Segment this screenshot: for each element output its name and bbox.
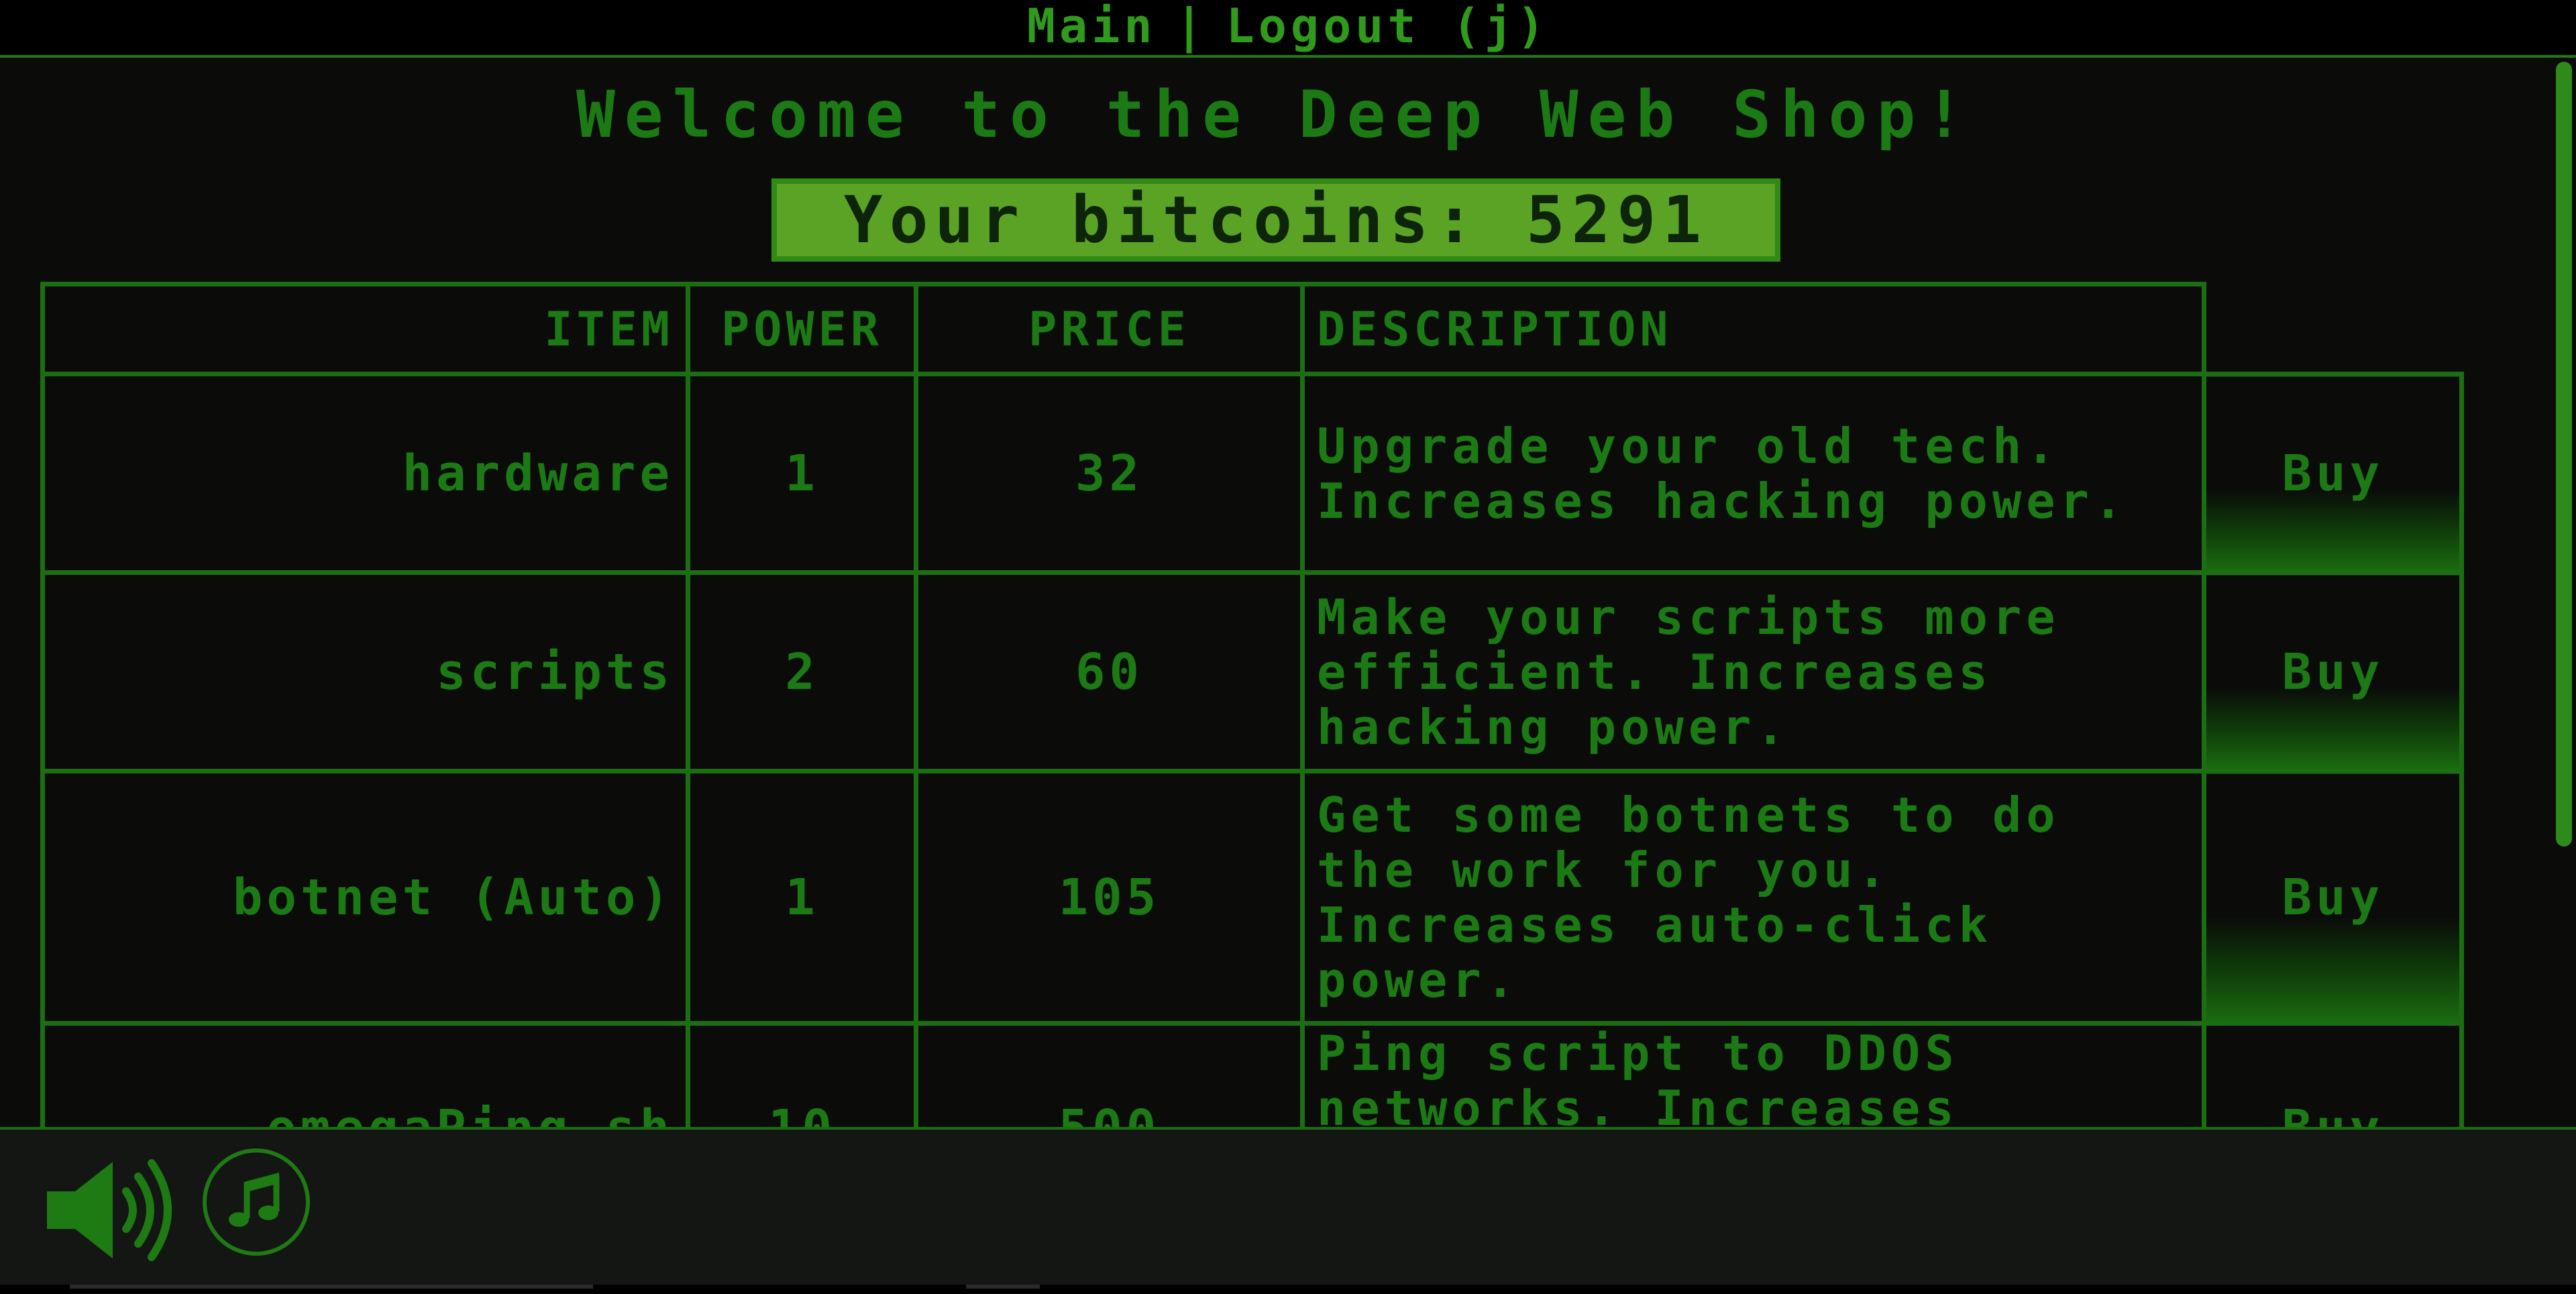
header-description: DESCRIPTION — [1300, 282, 2206, 376]
table-header-row: ITEM POWER PRICE DESCRIPTION — [40, 282, 2462, 376]
item-name: botnet (Auto) — [40, 769, 690, 1026]
item-description: Make your scripts more efficient. Increa… — [1300, 570, 2206, 773]
scrollbar[interactable] — [2549, 58, 2576, 1127]
header-buy-empty — [2204, 284, 2462, 376]
item-price: 32 — [914, 372, 1305, 575]
item-power: 2 — [686, 570, 918, 773]
speaker-icon[interactable] — [40, 1156, 174, 1264]
shop-screen: Welcome to the Deep Web Shop! Your bitco… — [0, 58, 2576, 1127]
buy-button[interactable]: Buy — [2202, 570, 2464, 773]
header-price: PRICE — [914, 282, 1305, 376]
item-description: Ping script to DDOS networks. Increases — [1300, 1021, 2206, 1127]
buy-button[interactable]: Buy — [2202, 769, 2464, 1026]
table-row: omegaPing.sh 10 500 Ping script to DDOS … — [40, 1021, 2464, 1127]
buy-button[interactable]: Buy — [2202, 1021, 2464, 1127]
bitcoin-balance: Your bitcoins: 5291 — [771, 178, 1780, 262]
item-price: 60 — [914, 570, 1305, 773]
item-description: Upgrade your old tech. Increases hacking… — [1300, 372, 2206, 575]
shop-table: ITEM POWER PRICE DESCRIPTION hardware 1 … — [40, 282, 2464, 1127]
strip-segment — [70, 1285, 593, 1289]
table-row: botnet (Auto) 1 105 Get some botnets to … — [40, 769, 2464, 1026]
item-power: 1 — [686, 372, 918, 575]
item-price: 105 — [914, 769, 1305, 1026]
item-name: scripts — [40, 570, 690, 773]
item-name: hardware — [40, 372, 690, 575]
item-power: 10 — [686, 1021, 918, 1127]
music-note-icon[interactable] — [203, 1148, 310, 1256]
nav-links: Main | Logout (j) — [1027, 1, 1549, 51]
nav-logout-link[interactable]: Logout (j) — [1226, 0, 1549, 54]
nav-main-link[interactable]: Main — [1027, 0, 1157, 54]
item-price: 500 — [914, 1021, 1305, 1127]
bottom-strip — [0, 1285, 2576, 1294]
item-power: 1 — [686, 769, 918, 1026]
header-item: ITEM — [40, 282, 690, 376]
bottom-control-bar — [0, 1127, 2576, 1294]
item-name: omegaPing.sh — [40, 1021, 690, 1127]
strip-segment — [966, 1285, 1040, 1289]
item-description: Get some botnets to do the work for you.… — [1300, 769, 2206, 1026]
table-row: hardware 1 32 Upgrade your old tech. Inc… — [40, 372, 2464, 575]
header-power: POWER — [686, 282, 918, 376]
top-nav-bar: Main | Logout (j) — [0, 0, 2576, 58]
shop-title: Welcome to the Deep Web Shop! — [576, 77, 1974, 152]
table-row: scripts 2 60 Make your scripts more effi… — [40, 570, 2464, 773]
buy-button[interactable]: Buy — [2202, 372, 2464, 575]
nav-separator: | — [1175, 0, 1208, 54]
scrollbar-thumb[interactable] — [2556, 62, 2572, 847]
